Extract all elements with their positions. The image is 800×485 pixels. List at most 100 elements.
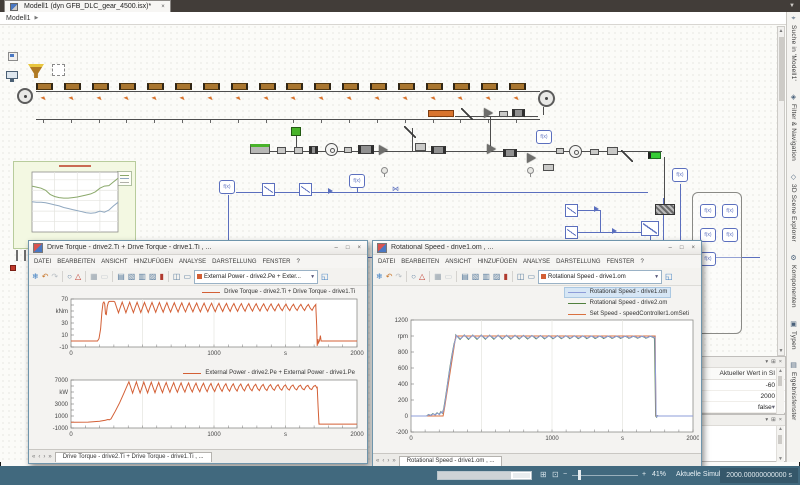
panel-menu-icon[interactable]: ▾: [765, 417, 768, 423]
conveyor-segment[interactable]: [342, 83, 359, 90]
conveyor-segment[interactable]: [453, 83, 470, 90]
close-icon[interactable]: ×: [779, 359, 782, 365]
component-pulley[interactable]: [17, 88, 33, 104]
chart-bars-icon[interactable]: ▮: [503, 272, 507, 282]
component-fx[interactable]: f(x): [349, 174, 365, 188]
snowflake-icon[interactable]: ❄: [32, 272, 39, 282]
component-valve[interactable]: ⋈: [392, 186, 399, 193]
conveyor-segment[interactable]: [481, 83, 498, 90]
chart-hist-icon[interactable]: ▨: [493, 272, 501, 282]
component-mblock[interactable]: [250, 144, 270, 154]
sidebar-tab-filter-navigation[interactable]: ◈Filter & Navigation: [790, 94, 797, 161]
speed-sheet-tab[interactable]: Rotational Speed - drive1.om , ...: [399, 456, 503, 466]
component-block[interactable]: [607, 147, 618, 155]
export-icon[interactable]: ◱: [665, 272, 673, 282]
component-switch[interactable]: [461, 108, 473, 120]
conveyor-segment[interactable]: [175, 83, 192, 90]
legend-entry[interactable]: Rotational Speed - drive1.om: [564, 287, 672, 298]
component-tri[interactable]: [484, 108, 493, 118]
tablist-dropdown-icon[interactable]: ▼: [789, 3, 795, 9]
redo-icon[interactable]: ↷: [51, 272, 58, 282]
legend-entry[interactable]: Drive Torque - drive2.Ti + Drive Torque …: [198, 287, 359, 298]
scroll-down-icon[interactable]: ▼: [778, 347, 784, 355]
component-fx[interactable]: f(x): [536, 130, 552, 144]
component-switch[interactable]: [404, 126, 416, 138]
diagram-vscrollbar[interactable]: ▲ ▼: [777, 26, 785, 356]
component-block[interactable]: [590, 149, 599, 155]
ruler-icon[interactable]: △: [75, 272, 81, 282]
component-fx[interactable]: f(x): [219, 180, 235, 194]
window-wide-icon[interactable]: ▭: [183, 272, 191, 282]
component-monitor[interactable]: [6, 71, 18, 79]
close-icon[interactable]: ×: [161, 4, 165, 10]
copy-icon[interactable]: ▭: [445, 272, 453, 282]
component-shaft[interactable]: [358, 145, 374, 154]
component-fx[interactable]: f(x): [700, 252, 716, 266]
component-fx[interactable]: f(x): [672, 168, 688, 182]
component-tri[interactable]: [487, 144, 496, 154]
panel-pin-icon[interactable]: ⊞: [771, 417, 776, 423]
component-motor[interactable]: [291, 127, 301, 136]
breadcrumb-model[interactable]: Modell1: [6, 15, 31, 22]
scroll-thumb[interactable]: [779, 37, 784, 101]
prev-page-icon[interactable]: ‹: [38, 454, 40, 460]
speed-plot-window[interactable]: Rotational Speed - drive1.om , ... – □ ×…: [372, 240, 702, 468]
component-ctrl[interactable]: [641, 221, 659, 236]
conveyor-segment[interactable]: [426, 83, 443, 90]
component-barrow[interactable]: [594, 206, 599, 212]
legend-entry[interactable]: Set Speed - speedController1.omSeti: [564, 309, 693, 320]
watch-panel-scrollbar[interactable]: ▲: [776, 368, 784, 414]
menu-item-fenster[interactable]: FENSTER: [607, 259, 635, 265]
component-shaft[interactable]: [309, 146, 318, 154]
sidebar-tab-3d-scene-explorer[interactable]: ◇3D Scene Explorer: [790, 174, 797, 242]
conveyor-segment[interactable]: [147, 83, 164, 90]
menu-item-datei[interactable]: DATEI: [378, 259, 395, 265]
component-shaft[interactable]: [431, 146, 446, 154]
component-gauge[interactable]: [569, 145, 582, 158]
menu-item-datei[interactable]: DATEI: [34, 259, 51, 265]
sidebar-tab-ergebnisfenster[interactable]: ▤Ergebnisfenster: [790, 362, 797, 421]
component-lamp[interactable]: [381, 167, 388, 174]
close-icon[interactable]: ×: [355, 245, 363, 251]
first-page-icon[interactable]: «: [32, 454, 35, 460]
legend-entry[interactable]: Rotational Speed - drive2.om: [564, 298, 672, 309]
conveyor-segment[interactable]: [509, 83, 526, 90]
component-dashed[interactable]: [52, 64, 65, 76]
component-barrow[interactable]: [612, 228, 617, 234]
conveyor-segment[interactable]: [398, 83, 415, 90]
speed-window-titlebar[interactable]: Rotational Speed - drive1.om , ... – □ ×: [373, 241, 701, 255]
conveyor-segment[interactable]: [370, 83, 387, 90]
menu-item-hinzufgen[interactable]: HINZUFÜGEN: [478, 259, 517, 265]
component-reddot[interactable]: [10, 265, 16, 271]
component-fx[interactable]: f(x): [722, 204, 738, 218]
conveyor-segment[interactable]: [286, 83, 303, 90]
grid-view-icon[interactable]: ⊞: [540, 470, 547, 479]
undo-icon[interactable]: ↶: [386, 272, 393, 282]
zoom-in-button[interactable]: +: [642, 471, 646, 478]
first-page-icon[interactable]: «: [376, 458, 379, 464]
chart-line-icon[interactable]: ▤: [117, 272, 125, 282]
zoom-slider-thumb[interactable]: [578, 470, 581, 480]
conveyor-segment[interactable]: [231, 83, 248, 90]
redo-icon[interactable]: ↷: [395, 272, 402, 282]
menu-item-bearbeiten[interactable]: BEARBEITEN: [401, 259, 439, 265]
component-shaft[interactable]: [512, 109, 525, 117]
component-gauge[interactable]: [325, 143, 338, 156]
component-block[interactable]: [556, 148, 564, 154]
pan-icon[interactable]: ▦: [434, 272, 442, 282]
component-block[interactable]: [344, 147, 352, 153]
component-greenlink[interactable]: [648, 152, 661, 159]
scroll-up-icon[interactable]: ▲: [778, 27, 784, 35]
export-icon[interactable]: ◱: [321, 272, 329, 282]
embedded-mini-chart[interactable]: [13, 161, 136, 249]
chart-step-icon[interactable]: ▥: [138, 272, 146, 282]
component-block[interactable]: [277, 147, 286, 154]
zoom-icon[interactable]: ○: [67, 272, 72, 282]
zoom-out-button[interactable]: −: [563, 471, 567, 478]
component-funnel[interactable]: [28, 64, 44, 78]
torque-plot-window[interactable]: Drive Torque - drive2.Ti + Drive Torque …: [28, 240, 368, 464]
component-pulley[interactable]: [538, 90, 555, 107]
conveyor-segment[interactable]: [64, 83, 81, 90]
zoom-slider[interactable]: [572, 475, 638, 476]
menu-item-analyse[interactable]: ANALYSE: [179, 259, 206, 265]
